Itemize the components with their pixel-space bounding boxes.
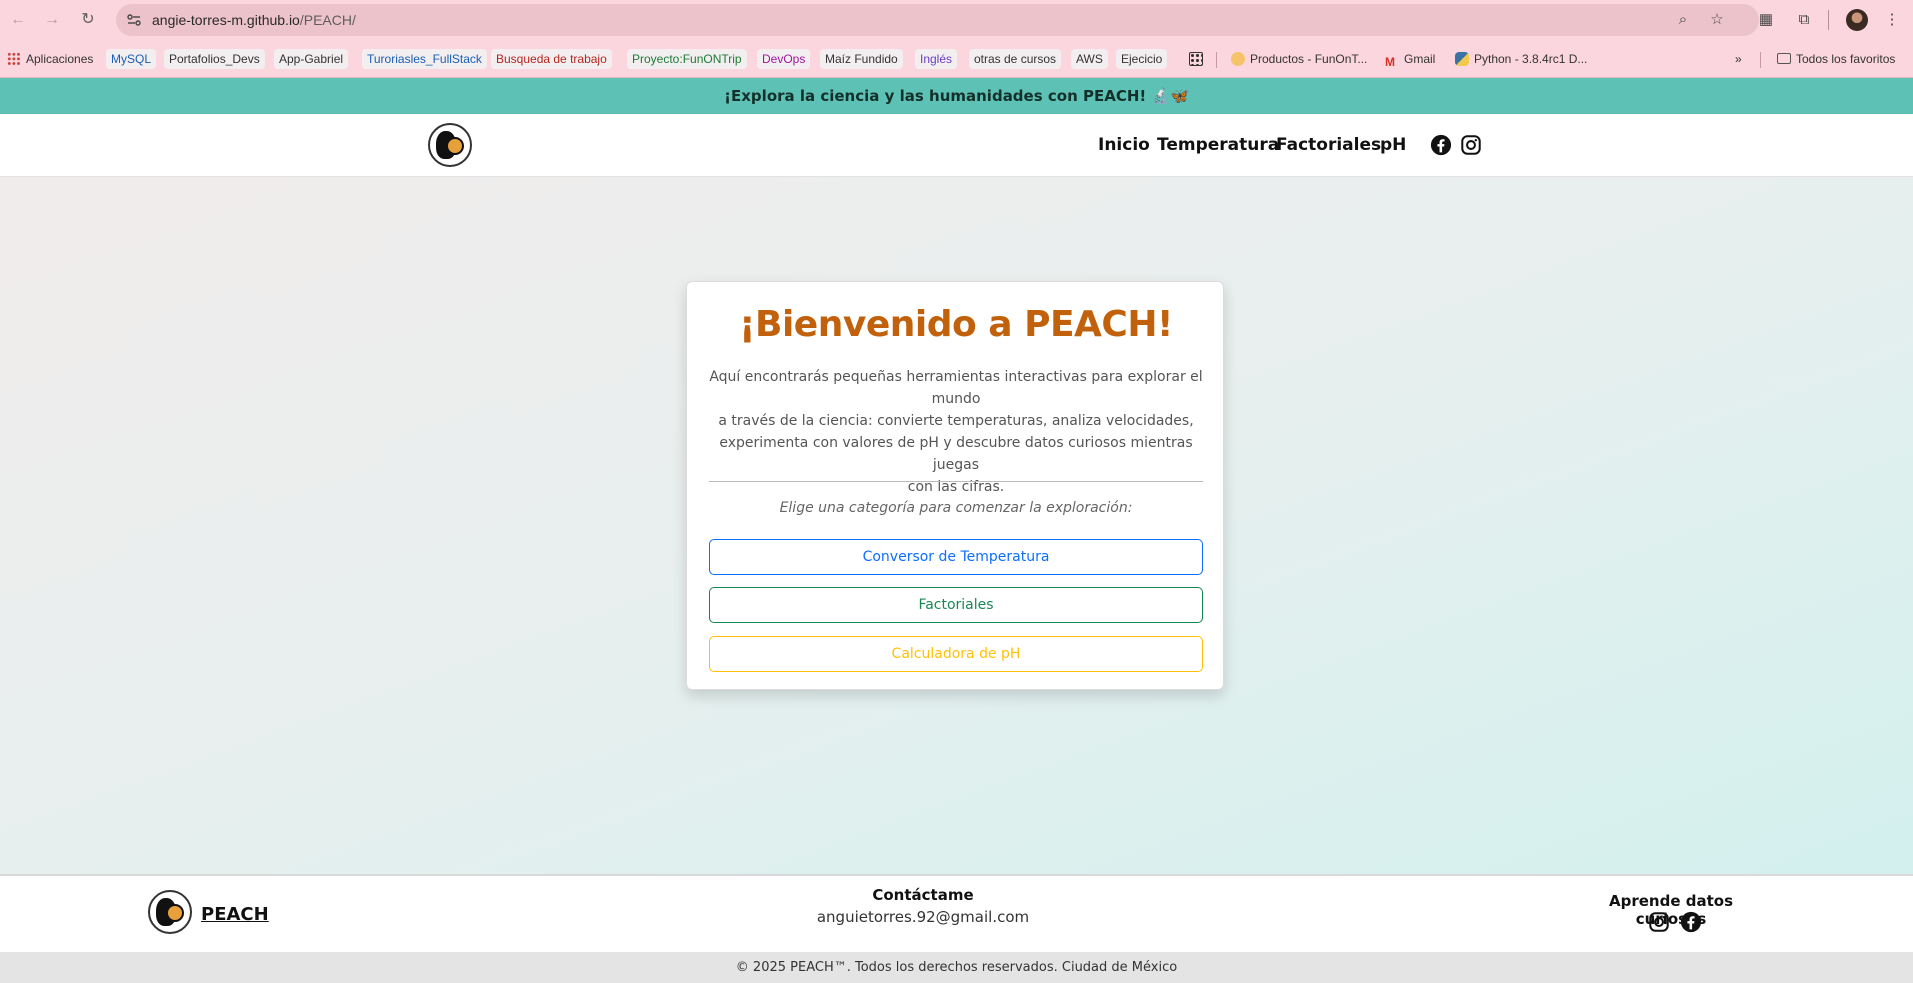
bookmark-label: MySQL (111, 52, 152, 66)
menu-kebab-icon[interactable]: ⋮ (1882, 10, 1902, 30)
bookmark-item[interactable]: App-Gabriel (274, 49, 349, 69)
welcome-title: ¡Bienvenido a PEACH! (739, 304, 1173, 345)
bookmark-label: Maíz Fundido (825, 52, 898, 66)
category-hint: Elige una categoría para comenzar la exp… (779, 500, 1133, 516)
all-bookmarks-label: Todos los favoritos (1796, 52, 1896, 66)
bookmark-item[interactable]: Productos - FunOnT... (1226, 49, 1372, 69)
url-host: angie-torres-m.github.io (152, 12, 300, 28)
bookmark-label: Aplicaciones (26, 52, 94, 66)
bookmark-item[interactable]: Portafolios_Devs (164, 49, 265, 69)
peach-logo[interactable] (428, 123, 472, 167)
welcome-card: ¡Bienvenido a PEACH! Aquí encontrarás pe… (686, 281, 1224, 690)
announcement-bar: ¡Explora la ciencia y las humanidades co… (0, 78, 1913, 114)
bookmark-item[interactable]: M Gmail (1380, 49, 1440, 69)
browser-toolbar: ← → ↻ angie-torres-m.github.io/PEACH/ ⌕ … (0, 0, 1913, 40)
bookmark-item[interactable]: Busqueda de trabajo (491, 49, 612, 69)
bookmark-item[interactable]: Inglés (915, 49, 958, 69)
description-line: experimenta con valores de pH y descubre… (719, 435, 1193, 473)
bookmark-label: App-Gabriel (279, 52, 344, 66)
nav-link-factoriales[interactable]: Factoriales (1276, 135, 1381, 155)
bookmark-label: AWS (1076, 52, 1103, 66)
site-info-icon[interactable] (126, 12, 142, 28)
card-divider (709, 481, 1203, 482)
copyright-text: © 2025 PEACH™. Todos los derechos reserv… (735, 960, 1178, 975)
temperature-converter-button[interactable]: Conversor de Temperatura (709, 539, 1203, 575)
curious-facts-title: Aprende datos curiosos (1609, 892, 1733, 928)
bookmark-label: Gmail (1404, 52, 1436, 66)
bookmark-item[interactable]: Maíz Fundido (820, 49, 903, 69)
extensions-puzzle-icon[interactable]: ⧉ (1794, 10, 1814, 30)
sun-icon (1231, 52, 1245, 66)
profile-avatar[interactable] (1846, 9, 1868, 31)
bookmark-label: Ejecicio (1121, 52, 1163, 66)
zoom-icon[interactable]: ⌕ (1674, 11, 1692, 29)
bookmark-label: Python - 3.8.4rc1 D... (1474, 52, 1588, 66)
folder-icon (1777, 53, 1791, 64)
ph-calculator-button[interactable]: Calculadora de pH (709, 636, 1203, 672)
description-line: a través de la ciencia: convierte temper… (718, 413, 1194, 429)
description-line: Aquí encontrarás pequeñas herramientas i… (709, 369, 1203, 407)
nav-link-ph[interactable]: pH (1380, 135, 1406, 155)
bookmark-label: Portafolios_Devs (169, 52, 260, 66)
bookmark-item[interactable]: DevOps (757, 49, 811, 69)
footer-facebook-icon[interactable] (1680, 911, 1702, 933)
forward-icon[interactable]: → (42, 10, 62, 30)
address-bar[interactable]: angie-torres-m.github.io/PEACH/ ⌕ ☆ (116, 4, 1759, 36)
bookmark-label: otras de cursos (974, 52, 1057, 66)
url-text[interactable]: angie-torres-m.github.io/PEACH/ (152, 12, 356, 28)
bookmark-label: Productos - FunOnT... (1250, 52, 1368, 66)
announcement-text: ¡Explora la ciencia y las humanidades co… (724, 87, 1189, 105)
factorials-button[interactable]: Factoriales (709, 587, 1203, 623)
reload-icon[interactable]: ↻ (78, 10, 98, 30)
nav-link-inicio[interactable]: Inicio (1098, 135, 1150, 155)
gmail-icon: M (1385, 55, 1395, 69)
bookmark-item[interactable]: Aplicaciones (2, 49, 98, 69)
bookmarks-overflow-icon[interactable]: » (1730, 49, 1747, 69)
bookmark-label: Inglés (920, 52, 953, 66)
welcome-description: Aquí encontrarás pequeñas herramientas i… (709, 366, 1203, 498)
all-bookmarks-folder[interactable]: Todos los favoritos (1772, 49, 1900, 69)
description-line: con las cifras. (907, 479, 1005, 495)
python-icon (1455, 52, 1469, 66)
bookmark-item[interactable]: otras de cursos (969, 49, 1062, 69)
bookmarks-divider (1760, 52, 1761, 68)
main-content: ¡Bienvenido a PEACH! Aquí encontrarás pe… (0, 177, 1913, 874)
nav-link-temperatura[interactable]: Temperatura (1157, 135, 1279, 155)
bookmark-label: DevOps (762, 52, 806, 66)
contact-title: Contáctame (872, 886, 974, 904)
toolbar-divider (1828, 10, 1829, 30)
footer-instagram-icon[interactable] (1648, 911, 1670, 933)
bookmark-item[interactable]: Python - 3.8.4rc1 D... (1450, 49, 1592, 69)
url-path: /PEACH/ (299, 12, 356, 28)
bookmark-item[interactable]: AWS (1071, 49, 1108, 69)
contact-email[interactable]: anguietorres.92@gmail.com (0, 908, 1846, 926)
site-navbar: Inicio Temperatura Factoriales pH (0, 114, 1913, 177)
bookmark-star-icon[interactable]: ☆ (1708, 11, 1726, 29)
bookmark-item[interactable]: Ejecicio (1116, 49, 1168, 69)
grid-icon (7, 52, 21, 66)
bookmark-item[interactable]: Turoriasles_FullStack (362, 49, 487, 69)
bookmark-item[interactable]: Proyecto:FunONTrip (627, 49, 747, 69)
apps-grid-icon[interactable] (1184, 49, 1208, 69)
bookmark-label: Proyecto:FunONTrip (632, 52, 742, 66)
back-icon[interactable]: ← (8, 10, 28, 30)
extension-icon[interactable]: ▦ (1756, 10, 1776, 30)
facebook-icon[interactable] (1430, 134, 1452, 156)
site-footer: PEACH Contáctame anguietorres.92@gmail.c… (0, 874, 1913, 952)
bookmark-item[interactable]: MySQL (106, 49, 157, 69)
bookmarks-divider (1216, 52, 1217, 68)
instagram-icon[interactable] (1460, 134, 1482, 156)
bookmark-label: Busqueda de trabajo (496, 52, 607, 66)
bookmark-label: Turoriasles_FullStack (367, 52, 482, 66)
copyright-bar: © 2025 PEACH™. Todos los derechos reserv… (0, 952, 1913, 983)
bookmarks-bar: » Todos los favoritos Aplicaciones MySQL P… (0, 40, 1913, 78)
